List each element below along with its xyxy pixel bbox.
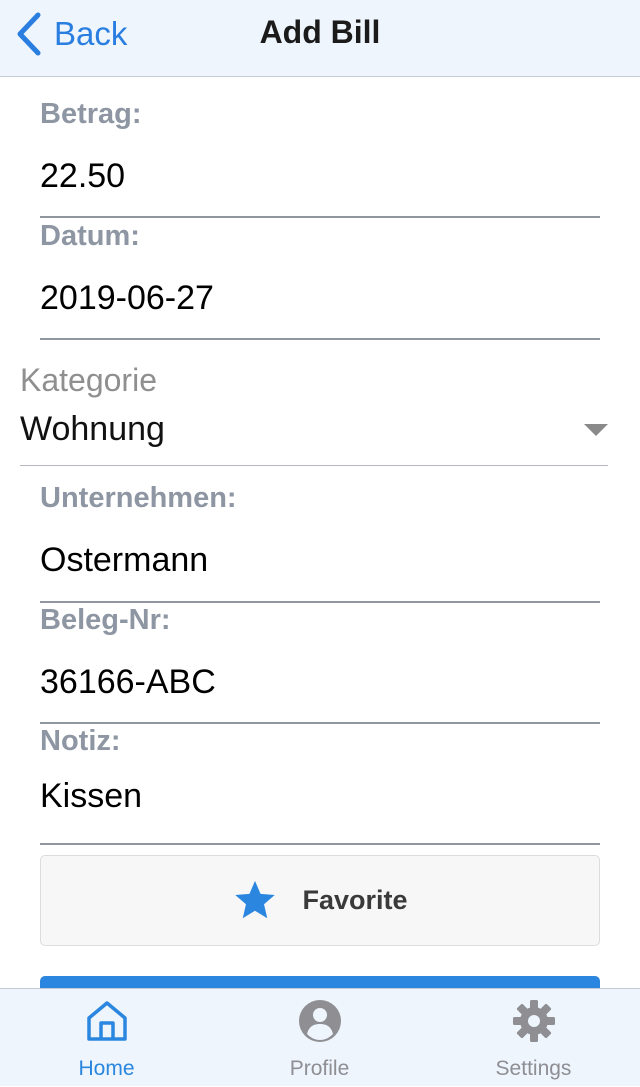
tab-settings-label: Settings [495, 1057, 572, 1080]
favorite-button[interactable]: Favorite [40, 855, 600, 946]
category-label: Kategorie [20, 362, 157, 398]
company-input[interactable]: Ostermann [40, 541, 580, 580]
navigation-bar: Back Add Bill [0, 0, 640, 77]
receipt-number-field: Beleg-Nr: 36166-ABC [40, 604, 600, 724]
note-input[interactable]: Kissen [40, 777, 580, 816]
favorite-label: Favorite [302, 885, 408, 915]
star-icon [235, 880, 276, 918]
amount-field: Betrag: 22.50 [40, 98, 600, 218]
date-label: Datum: [40, 220, 140, 252]
note-label: Notiz: [40, 725, 121, 757]
company-field: Unternehmen: Ostermann [40, 482, 600, 603]
amount-input[interactable]: 22.50 [40, 157, 580, 196]
page-title: Add Bill [259, 14, 381, 50]
tab-profile-label: Profile [289, 1057, 350, 1080]
receipt-number-label: Beleg-Nr: [40, 604, 171, 636]
home-icon [86, 1001, 127, 1041]
user-circle-icon [298, 1000, 341, 1042]
tab-profile[interactable]: Profile [213, 989, 426, 1087]
receipt-number-input[interactable]: 36166-ABC [40, 663, 580, 702]
tab-bar: Home Profile Settings [0, 988, 640, 1086]
category-selected-value: Wohnung [20, 410, 165, 448]
date-input[interactable]: 2019-06-27 [40, 279, 580, 318]
amount-label: Betrag: [40, 98, 142, 130]
category-select[interactable]: Kategorie Wohnung [20, 358, 608, 466]
date-field: Datum: 2019-06-27 [40, 220, 600, 340]
tab-settings[interactable]: Settings [427, 989, 640, 1087]
caret-down-icon [584, 424, 608, 436]
tab-home[interactable]: Home [0, 989, 213, 1087]
company-label: Unternehmen: [40, 482, 237, 514]
tab-home-label: Home [78, 1057, 135, 1080]
note-field: Notiz: Kissen [40, 725, 600, 845]
gear-icon [512, 1000, 555, 1042]
